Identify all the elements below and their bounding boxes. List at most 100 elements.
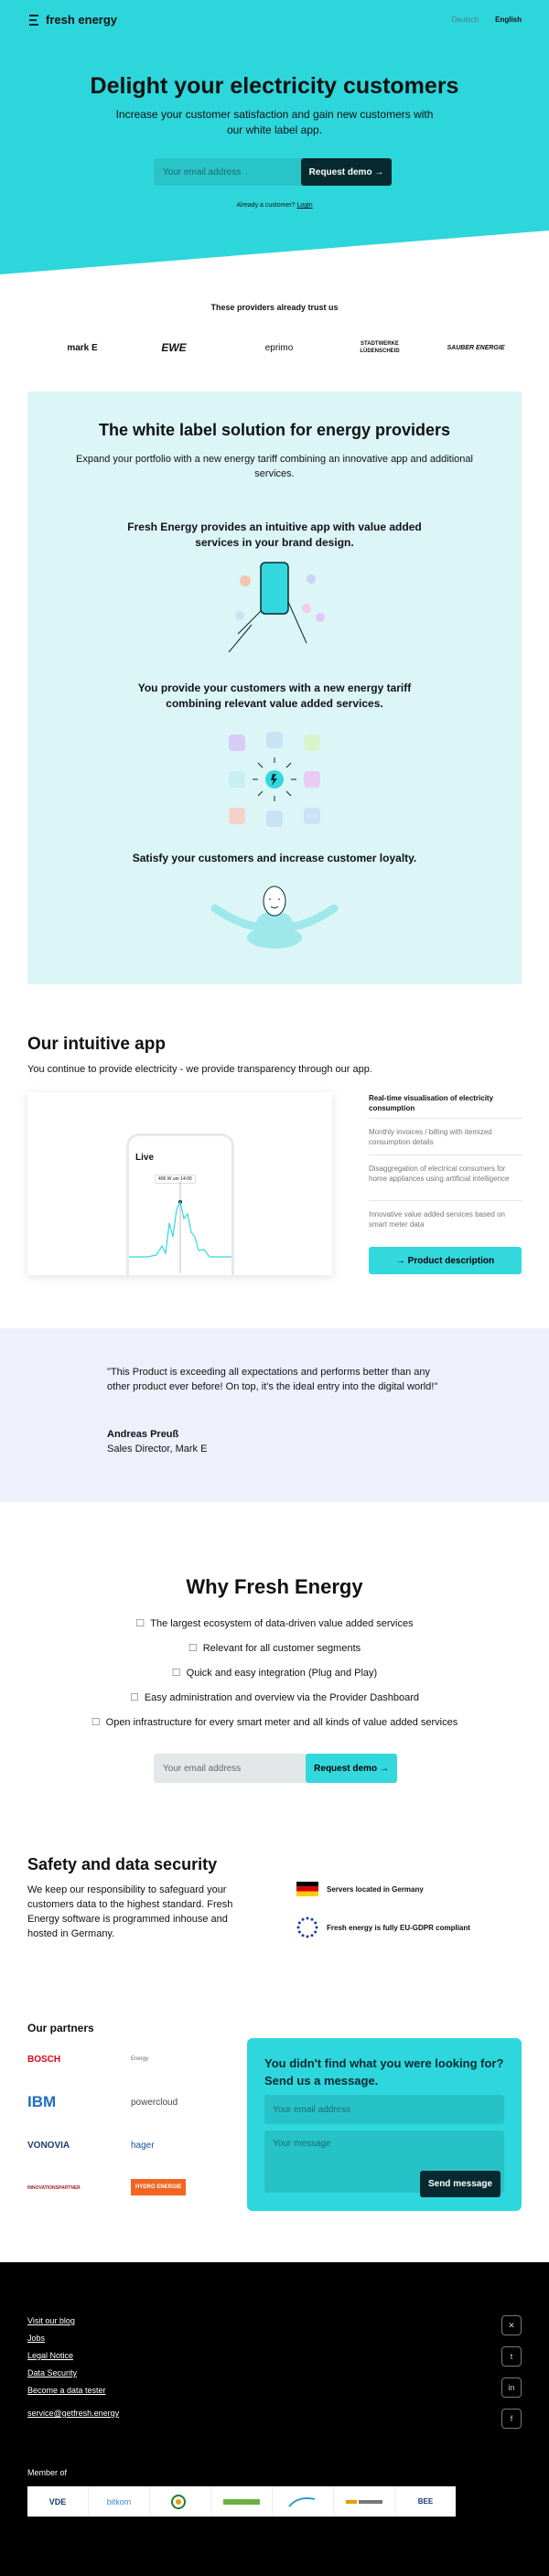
product-description-button[interactable]: → Product description (369, 1247, 522, 1274)
live-label: Live (135, 1153, 155, 1163)
footer-link-data-security[interactable]: Data Security (27, 2368, 77, 2377)
security-item-gdpr: Fresh energy is fully EU-GDPR compliant (296, 1916, 470, 1938)
check-icon: ☐ (135, 1618, 145, 1629)
app-feature-1: Real-time visualisation of electricity c… (369, 1094, 494, 1112)
white-label-point-1: Fresh Energy provides an intuitive app w… (127, 521, 422, 549)
provider-logo-eprimo: eprimo (264, 342, 294, 353)
send-message-button[interactable]: Send message (420, 2171, 501, 2197)
white-label-section: The white label solution for energy prov… (27, 392, 522, 984)
security-item-text: Fresh energy is fully EU-GDPR compliant (327, 1923, 470, 1932)
partner-logo-innovationspartner: INNOVATIONSPARTNER (27, 2185, 81, 2191)
hero-section: fresh energy Deutsch English Delight you… (0, 0, 549, 274)
security-title: Safety and data security (27, 1855, 218, 1873)
member-logo-bitkom: bitkom (89, 2486, 150, 2517)
white-label-point-3: Satisfy your customers and increase cust… (132, 852, 417, 864)
brand-name: fresh energy (46, 13, 118, 27)
contact-email-input[interactable] (264, 2095, 504, 2124)
member-logo-mark (171, 2494, 186, 2509)
hero-email-input[interactable] (154, 158, 305, 186)
happy-customer-illustration (210, 886, 339, 949)
app-preview-card: Live 406 W um 14:00 (27, 1092, 332, 1275)
security-text: We keep our responsibility to safeguard … (27, 1884, 233, 1939)
login-link[interactable]: Login (297, 202, 313, 209)
hero-title: Delight your electricity customers (90, 73, 459, 99)
why-email-input[interactable] (154, 1754, 309, 1783)
provider-logo-sauber-energie: SAUBER ENERGIE (447, 344, 505, 351)
customers-network-illustration (229, 732, 320, 827)
brand-logo[interactable]: fresh energy (27, 13, 117, 27)
why-item-text: Open infrastructure for every smart mete… (105, 1717, 458, 1728)
why-item-text: Quick and easy integration (Plug and Pla… (186, 1668, 378, 1679)
member-logo-mark (288, 2496, 316, 2507)
footer-link-blog[interactable]: Visit our blog (27, 2316, 75, 2325)
partner-logo-ibm: IBM (27, 2093, 57, 2110)
partner-logo-vonovia: VONOVIA (27, 2140, 70, 2151)
member-logo-6 (334, 2486, 395, 2517)
partner-logo-energy: Energy (131, 2056, 149, 2062)
why-item: ☐ Open infrastructure for every smart met… (0, 1716, 549, 1728)
language-switch: Deutsch English (452, 16, 522, 24)
member-logos: VDE bitkom BEE (27, 2486, 456, 2517)
feature-divider (369, 1200, 522, 1201)
why-demo-form: Request demo → (154, 1754, 397, 1783)
why-request-demo-button[interactable]: Request demo → (306, 1754, 397, 1783)
member-logo-vde: VDE (27, 2486, 89, 2517)
contact-title: You didn't find what you were looking fo… (264, 2056, 504, 2088)
app-section-title: Our intuitive app (27, 1035, 166, 1054)
why-item-text: The largest ecosystem of data-driven val… (150, 1618, 414, 1629)
provider-logo-ewe: EWE (161, 341, 187, 354)
testimonial-section: "This Product is exceeding all expectati… (0, 1328, 549, 1502)
partner-logo-powercloud: powercloud (131, 2097, 178, 2108)
member-logo-text: BEE (417, 2497, 434, 2506)
partners-title: Our partners (27, 2022, 94, 2034)
member-logo-5 (273, 2486, 334, 2517)
eu-stars-icon (296, 1916, 318, 1938)
security-item-germany: Servers located in Germany (296, 1882, 424, 1896)
check-icon: ☐ (91, 1717, 101, 1728)
member-logo-4 (211, 2486, 273, 2517)
lang-deutsch-link[interactable]: Deutsch (452, 16, 479, 24)
xing-icon[interactable]: ✕ (501, 2315, 522, 2335)
germany-flag-icon (296, 1882, 318, 1896)
member-logo-mark (223, 2498, 260, 2505)
providers-title: These providers already trust us (210, 303, 339, 312)
why-item: ☐ The largest ecosystem of data-driven va… (0, 1617, 549, 1629)
member-logo-mark (346, 2499, 382, 2504)
partner-logo-hydro-energie: HYDRO ENERGIE (131, 2179, 187, 2195)
app-feature-4: Innovative value added services based on… (369, 1210, 505, 1229)
feature-divider (369, 1118, 522, 1119)
member-logo-bee: BEE (395, 2486, 456, 2517)
twitter-icon[interactable]: t (501, 2346, 522, 2367)
security-item-text: Servers located in Germany (327, 1884, 424, 1894)
phone-illustration (228, 562, 325, 653)
why-item-text: Relevant for all customer segments (202, 1643, 361, 1654)
hero-subtitle: Increase your customer satisfaction and … (115, 108, 434, 136)
footer-link-jobs[interactable]: Jobs (27, 2334, 45, 2343)
phone-mockup: Live 406 W um 14:00 (126, 1133, 234, 1275)
linkedin-icon[interactable]: in (501, 2377, 522, 2398)
footer-link-legal[interactable]: Legal Notice (27, 2351, 73, 2360)
member-logo-text: VDE (48, 2496, 67, 2506)
why-item: ☐ Quick and easy integration (Plug and Pl… (0, 1667, 549, 1679)
partner-logo-bosch: BOSCH (27, 2054, 61, 2065)
hero-request-demo-button[interactable]: Request demo → (301, 158, 392, 186)
footer: Visit our blog Jobs Legal Notice Data Se… (0, 2262, 549, 2576)
member-of-title: Member of (27, 2468, 68, 2477)
testimonial-quote: "This Product is exceeding all expectati… (107, 1367, 438, 1392)
provider-logos: mark E EWE eprimo STADTWERKE LÜDENSCHEID… (27, 334, 522, 361)
feature-divider (369, 1154, 522, 1155)
facebook-icon[interactable]: f (501, 2409, 522, 2429)
white-label-point-2: You provide your customers with a new en… (137, 682, 412, 710)
testimonial-name: Andreas Preuß (107, 1429, 179, 1440)
footer-email-link[interactable]: service@getfresh.energy (27, 2409, 119, 2418)
footer-link-data-tester[interactable]: Become a data tester (27, 2386, 106, 2395)
lang-english-link[interactable]: English (495, 16, 522, 24)
member-logo-3 (150, 2486, 211, 2517)
page: fresh energy Deutsch English Delight you… (0, 0, 549, 2576)
provider-logo-marke: mark E (67, 342, 98, 353)
check-icon: ☐ (129, 1692, 139, 1703)
existing-customer-text: Already a customer? (236, 202, 296, 209)
testimonial-role: Sales Director, Mark E (107, 1444, 208, 1454)
app-feature-3: Disaggregation of electrical consumers f… (369, 1165, 510, 1183)
contact-form-card: You didn't find what you were looking fo… (247, 2038, 522, 2211)
